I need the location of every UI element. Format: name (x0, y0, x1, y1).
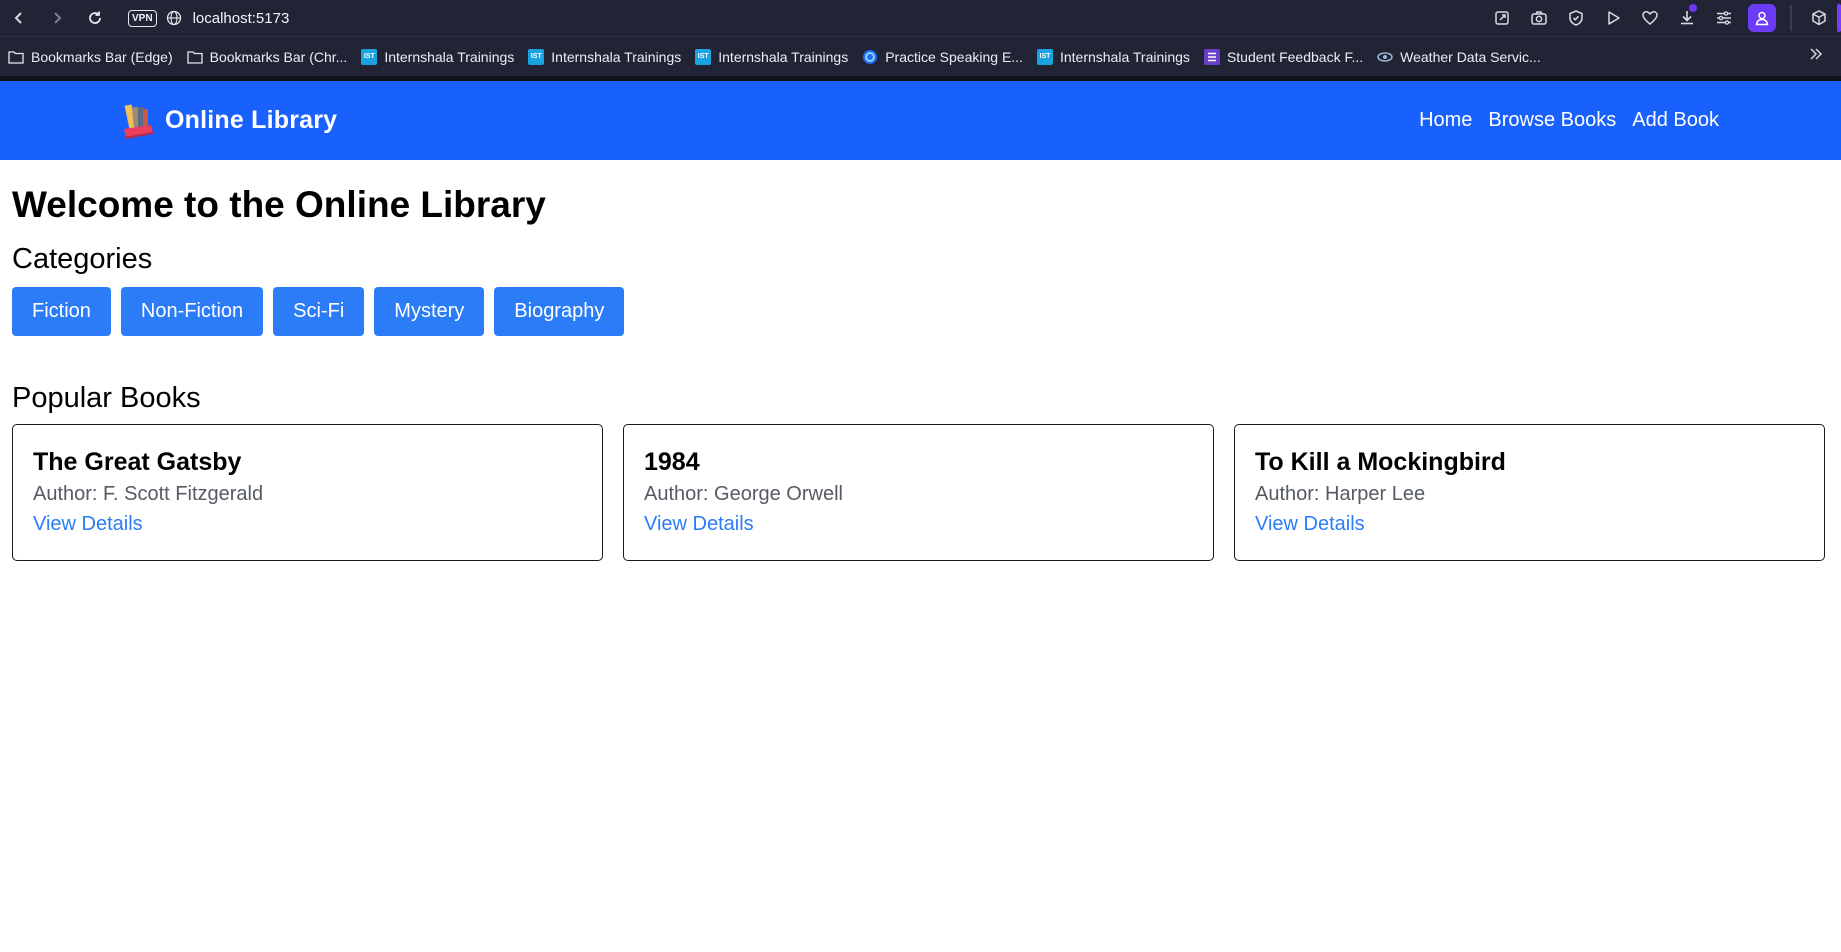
book-list: The Great Gatsby Author: F. Scott Fitzge… (12, 424, 1829, 561)
heart-icon[interactable] (1631, 0, 1668, 36)
ist-icon: IST (1036, 48, 1053, 65)
forward-button[interactable] (38, 0, 76, 36)
ist-icon: IST (361, 48, 378, 65)
chevron-double-right-icon[interactable] (1809, 47, 1823, 66)
reload-icon (89, 11, 101, 24)
forms-icon (1203, 48, 1220, 65)
view-details-link[interactable]: View Details (1255, 512, 1365, 536)
category-list: Fiction Non-Fiction Sci-Fi Mystery Biogr… (12, 287, 1829, 336)
chevron-left-icon (14, 12, 22, 24)
bookmark-label: Weather Data Servic... (1400, 48, 1541, 65)
globe-blue-icon (862, 49, 878, 65)
books-logo-icon (124, 104, 153, 139)
brand-title: Online Library (165, 105, 338, 134)
vpn-badge[interactable]: VPN (128, 9, 157, 27)
back-button[interactable] (0, 0, 38, 36)
book-title: 1984 (644, 448, 700, 476)
download-icon[interactable] (1668, 0, 1705, 36)
bookmark-label: Internshala Trainings (718, 48, 849, 65)
folder-icon (186, 49, 203, 65)
shield-icon[interactable] (1557, 0, 1594, 36)
bookmark-student-feedback[interactable]: Student Feedback F... (1203, 48, 1364, 65)
brand[interactable]: Online Library (121, 101, 337, 139)
bookmark-label: Practice Speaking E... (885, 48, 1023, 65)
category-non-fiction-button[interactable]: Non-Fiction (120, 287, 264, 336)
play-icon[interactable] (1594, 0, 1631, 36)
bookmark-folder-edge[interactable]: Bookmarks Bar (Edge) (8, 49, 173, 65)
ist-icon: IST (695, 48, 712, 65)
bookmark-label: Internshala Trainings (384, 48, 515, 65)
bookmark-internshala-2[interactable]: IST Internshala Trainings (528, 48, 682, 65)
book-title: The Great Gatsby (33, 448, 242, 476)
bookmark-label: Internshala Trainings (1059, 48, 1190, 65)
nav-home-link[interactable]: Home (1419, 109, 1472, 132)
bookmarks-bar: Bookmarks Bar (Edge) Bookmarks Bar (Chr.… (0, 36, 1841, 76)
book-author: Author: F. Scott Fitzgerald (33, 483, 264, 505)
category-sci-fi-button[interactable]: Sci-Fi (273, 287, 365, 336)
categories-heading: Categories (12, 243, 153, 275)
category-mystery-button[interactable]: Mystery (374, 287, 485, 336)
view-details-link[interactable]: View Details (33, 512, 143, 536)
nav-browse-books-link[interactable]: Browse Books (1488, 109, 1616, 132)
page-title: Welcome to the Online Library (12, 184, 546, 225)
book-author: Author: Harper Lee (1255, 483, 1426, 505)
camera-icon[interactable] (1520, 0, 1557, 36)
chevron-right-icon (54, 12, 62, 24)
settings-sliders-icon[interactable] (1705, 0, 1742, 36)
app-header: Online Library Home Browse Books Add Boo… (0, 81, 1841, 160)
address-bar[interactable]: localhost:5173 (193, 10, 290, 27)
bookmark-weather-data[interactable]: Weather Data Servic... (1377, 49, 1541, 65)
download-badge (1689, 4, 1697, 12)
reload-button[interactable] (76, 0, 114, 36)
profile-button[interactable] (1748, 4, 1776, 32)
view-details-link[interactable]: View Details (644, 512, 754, 536)
site-info-icon[interactable] (165, 9, 183, 27)
category-fiction-button[interactable]: Fiction (12, 287, 111, 336)
bookmark-label: Bookmarks Bar (Edge) (31, 48, 173, 65)
main-nav: Home Browse Books Add Book (1419, 109, 1719, 132)
bookmark-internshala-4[interactable]: IST Internshala Trainings (1036, 48, 1190, 65)
book-card: The Great Gatsby Author: F. Scott Fitzge… (12, 424, 603, 561)
popular-books-heading: Popular Books (12, 382, 201, 414)
book-title: To Kill a Mockingbird (1255, 448, 1506, 476)
book-card: To Kill a Mockingbird Author: Harper Lee… (1234, 424, 1825, 561)
book-card: 1984 Author: George Orwell View Details (623, 424, 1214, 561)
main-content: Welcome to the Online Library Categories… (0, 183, 1841, 561)
user-icon (1755, 11, 1769, 26)
bookmark-label: Internshala Trainings (551, 48, 682, 65)
folder-icon (8, 49, 24, 65)
browser-toolbar: VPN localhost:5173 (0, 0, 1841, 36)
share-icon[interactable] (1483, 0, 1520, 36)
bookmark-folder-chrome[interactable]: Bookmarks Bar (Chr... (186, 48, 348, 65)
nav-add-book-link[interactable]: Add Book (1632, 109, 1719, 132)
ist-icon: IST (528, 48, 545, 65)
book-author: Author: George Orwell (644, 483, 843, 505)
bookmark-practice-speaking[interactable]: Practice Speaking E... (862, 49, 1023, 65)
bookmark-internshala-1[interactable]: IST Internshala Trainings (361, 48, 515, 65)
bookmark-internshala-3[interactable]: IST Internshala Trainings (695, 48, 849, 65)
toolbar-icons (1483, 0, 1841, 36)
toolbar-divider (1790, 5, 1792, 31)
extensions-cube-icon[interactable] (1800, 0, 1837, 36)
eye-icon (1377, 49, 1393, 65)
bookmark-label: Student Feedback F... (1226, 48, 1364, 65)
bookmark-label: Bookmarks Bar (Chr... (209, 48, 348, 65)
sidebar-accent (1837, 4, 1841, 32)
category-biography-button[interactable]: Biography (494, 287, 625, 336)
